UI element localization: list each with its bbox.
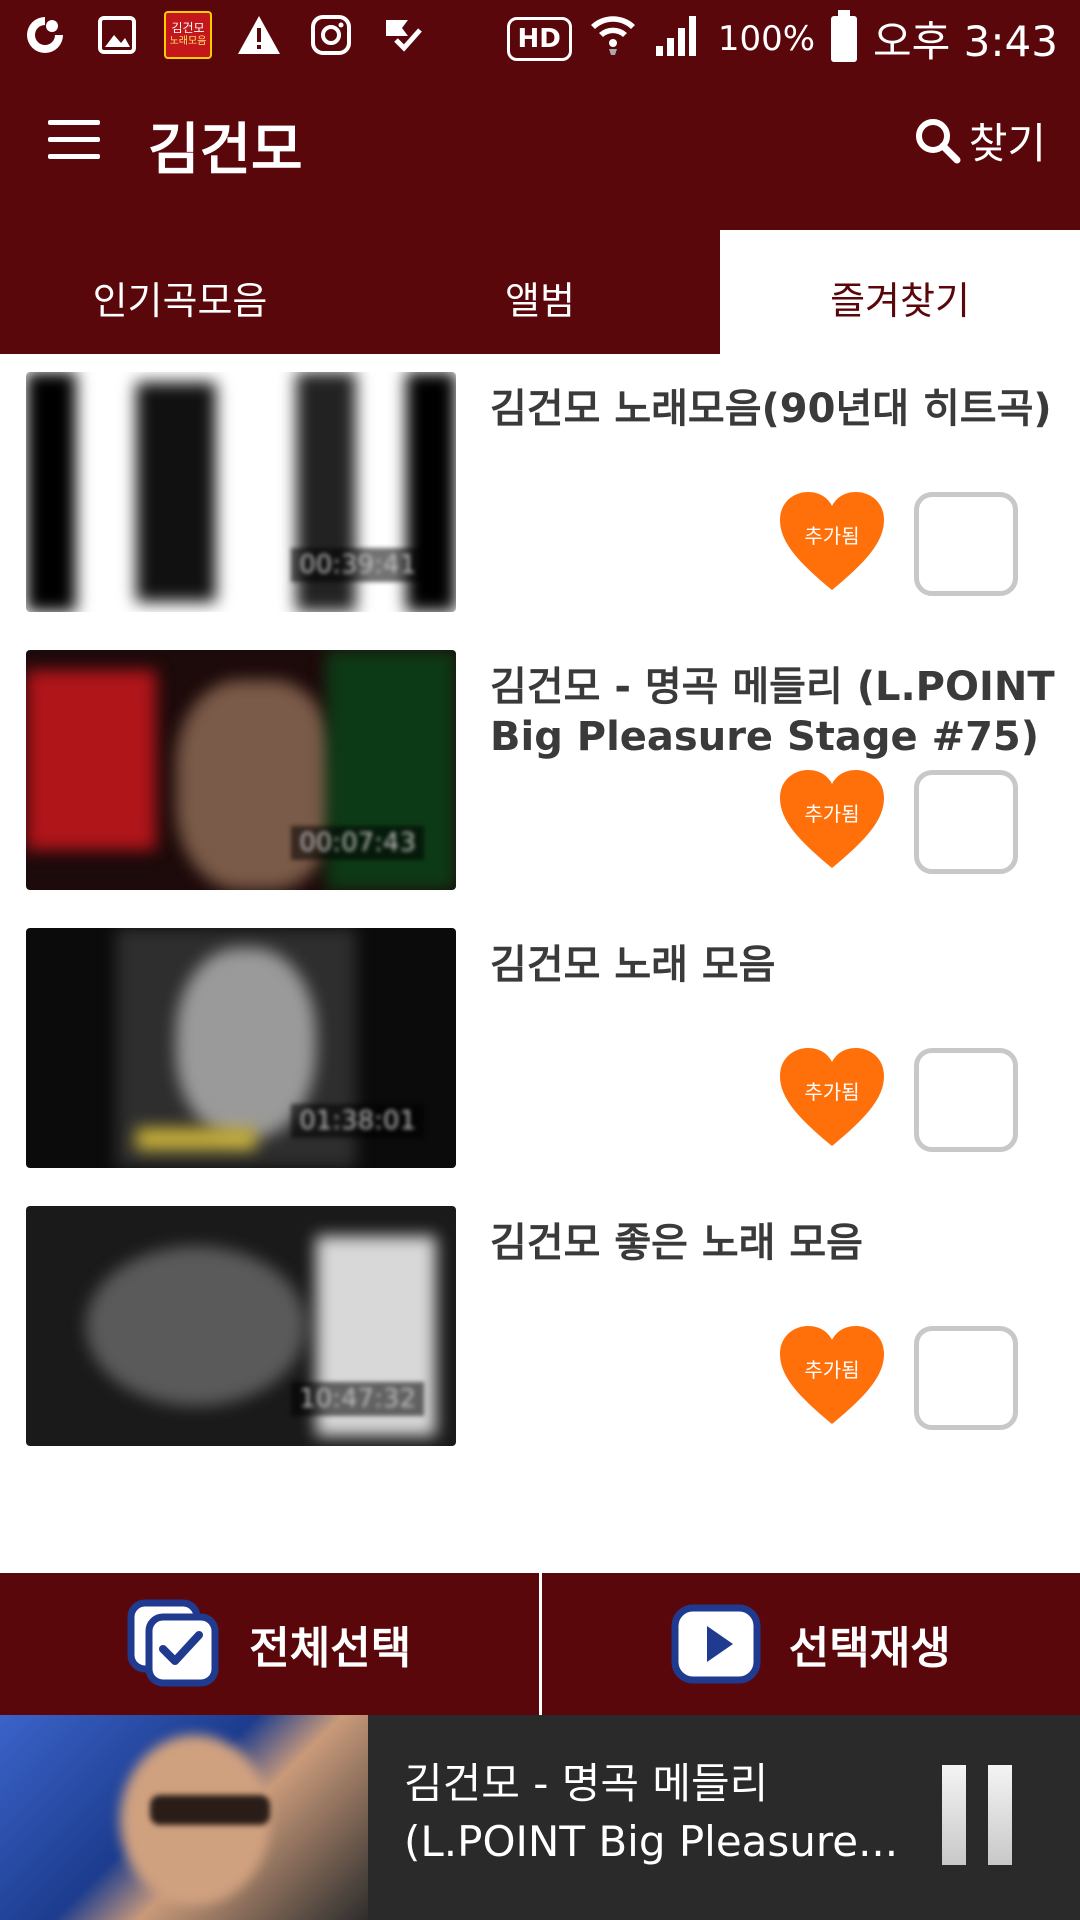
favorite-added-label: 추가됨 bbox=[804, 1358, 860, 1382]
select-all-label: 전체선택 bbox=[249, 1623, 412, 1674]
bottom-action-bar: 전체선택 선택재생 bbox=[0, 1573, 1080, 1715]
app-badge-icon: 김건모 노래모음 bbox=[164, 11, 212, 59]
search-label: 찾기 bbox=[968, 119, 1046, 168]
search-button[interactable]: 찾기 bbox=[913, 110, 1046, 171]
video-thumbnail[interactable]: 00:39:41 bbox=[26, 372, 456, 612]
battery-percent: 100% bbox=[717, 18, 816, 59]
item-title: 김건모 노래 모음 bbox=[490, 942, 776, 988]
list-item[interactable]: 00:07:43 김건모 - 명곡 메들리 (L.POINT Big Pleas… bbox=[0, 632, 1080, 910]
hamburger-menu-icon[interactable] bbox=[48, 120, 100, 160]
now-playing-title[interactable]: 김건모 - 명곡 메들리 (L.POINT Big Pleasure... bbox=[404, 1755, 924, 1871]
video-thumbnail[interactable]: 01:38:01 bbox=[26, 928, 456, 1168]
select-checkbox[interactable] bbox=[914, 1048, 1018, 1152]
search-icon bbox=[915, 118, 961, 163]
now-playing-thumbnail[interactable] bbox=[0, 1715, 368, 1920]
select-checkbox[interactable] bbox=[914, 1326, 1018, 1430]
hd-voice-icon: HD bbox=[506, 16, 572, 61]
favorite-added-label: 추가됨 bbox=[804, 524, 860, 548]
warning-icon bbox=[234, 10, 284, 60]
pause-icon bbox=[942, 1765, 966, 1865]
image-icon bbox=[92, 10, 142, 60]
play-selected-button[interactable]: 선택재생 bbox=[542, 1573, 1080, 1715]
duration-label: 01:38:01 bbox=[291, 1104, 424, 1138]
duration-label: 00:39:41 bbox=[291, 548, 424, 582]
select-checkbox[interactable] bbox=[914, 492, 1018, 596]
tab-popular[interactable]: 인기곡모음 bbox=[0, 230, 360, 354]
app-badge-line1: 김건모 bbox=[171, 21, 205, 35]
list-item[interactable]: 00:39:41 김건모 노래모음(90년대 히트곡) 추가됨 bbox=[0, 354, 1080, 632]
duration-label: 00:07:43 bbox=[291, 826, 424, 860]
instagram-icon bbox=[306, 10, 356, 60]
item-title: 김건모 - 명곡 메들리 (L.POINT Big Pleasure Stage… bbox=[490, 664, 1055, 760]
item-title: 김건모 노래모음(90년대 히트곡) bbox=[490, 386, 1052, 432]
task-check-icon bbox=[378, 10, 428, 60]
system-status: HD 100% 오후 3:43 bbox=[506, 8, 1058, 69]
now-playing-bar[interactable]: 김건모 - 명곡 메들리 (L.POINT Big Pleasure... bbox=[0, 1715, 1080, 1920]
play-selected-label: 선택재생 bbox=[788, 1623, 951, 1674]
tab-album[interactable]: 앨범 bbox=[360, 230, 720, 354]
select-all-icon bbox=[127, 1599, 219, 1687]
app-bar: 김건모 찾기 bbox=[0, 75, 1080, 230]
now-playing-title-line1: 김건모 - 명곡 메들리 bbox=[404, 1759, 769, 1808]
battery-icon bbox=[831, 9, 858, 62]
favorite-heart-button[interactable]: 추가됨 bbox=[778, 1324, 886, 1428]
video-thumbnail[interactable]: 10:47:32 bbox=[26, 1206, 456, 1446]
clock: 오후 3:43 bbox=[873, 17, 1058, 66]
tab-favorites[interactable]: 즐겨찾기 bbox=[720, 230, 1080, 354]
duration-label: 10:47:32 bbox=[291, 1382, 424, 1416]
wifi-icon bbox=[588, 11, 638, 66]
favorite-heart-button[interactable]: 추가됨 bbox=[778, 768, 886, 872]
pause-button[interactable] bbox=[942, 1765, 1012, 1865]
status-bar: 김건모 노래모음 HD 100% 오후 3:43 bbox=[0, 0, 1080, 75]
select-checkbox[interactable] bbox=[914, 770, 1018, 874]
app-badge-line2: 노래모음 bbox=[169, 36, 207, 47]
select-all-button[interactable]: 전체선택 bbox=[0, 1573, 539, 1715]
list-item[interactable]: 10:47:32 김건모 좋은 노래 모음 추가됨 bbox=[0, 1188, 1080, 1466]
page-title: 김건모 bbox=[148, 118, 303, 183]
tab-bar: 인기곡모음 앨범 즐겨찾기 bbox=[0, 230, 1080, 354]
favorites-list: 00:39:41 김건모 노래모음(90년대 히트곡) 추가됨 00:07:43… bbox=[0, 354, 1080, 1466]
favorite-added-label: 추가됨 bbox=[804, 1080, 860, 1104]
favorite-added-label: 추가됨 bbox=[804, 802, 860, 826]
list-item[interactable]: 01:38:01 김건모 노래 모음 추가됨 bbox=[0, 910, 1080, 1188]
notification-icons: 김건모 노래모음 bbox=[20, 10, 428, 60]
play-icon bbox=[671, 1604, 761, 1684]
video-thumbnail[interactable]: 00:07:43 bbox=[26, 650, 456, 890]
signal-icon bbox=[654, 12, 702, 65]
favorite-heart-button[interactable]: 추가됨 bbox=[778, 1046, 886, 1150]
now-playing-title-line2: (L.POINT Big Pleasure... bbox=[404, 1817, 899, 1866]
favorite-heart-button[interactable]: 추가됨 bbox=[778, 490, 886, 594]
item-title: 김건모 좋은 노래 모음 bbox=[490, 1220, 863, 1266]
circle-g-icon bbox=[20, 10, 70, 60]
